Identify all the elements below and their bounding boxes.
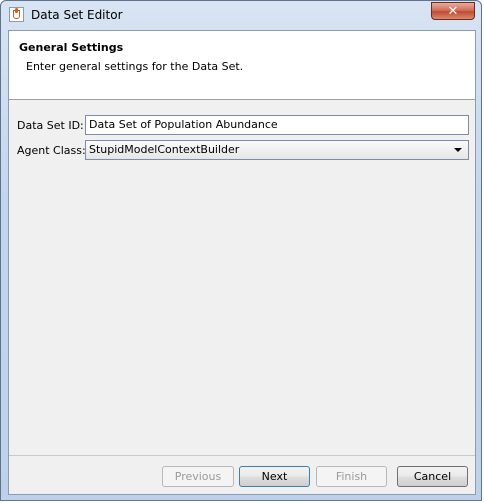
close-icon: ✕ xyxy=(447,3,459,19)
finish-button[interactable]: Finish xyxy=(316,466,387,487)
header-description: Enter general settings for the Data Set. xyxy=(26,60,244,73)
chevron-down-icon[interactable] xyxy=(454,148,462,152)
window-title: Data Set Editor xyxy=(31,8,123,22)
dialog-window: Data Set Editor ✕ General Settings Enter… xyxy=(0,0,482,501)
previous-button[interactable]: Previous xyxy=(162,466,234,487)
agent-class-value: StupidModelContextBuilder xyxy=(89,143,240,156)
cancel-button[interactable]: Cancel xyxy=(397,466,468,487)
close-button[interactable]: ✕ xyxy=(431,2,475,20)
dialog-content: General Settings Enter general settings … xyxy=(8,30,476,495)
title-bar[interactable]: Data Set Editor ✕ xyxy=(1,1,481,30)
button-separator xyxy=(9,455,475,456)
java-cup-icon xyxy=(9,7,24,22)
dataset-id-label: Data Set ID: xyxy=(17,119,84,132)
header-panel: General Settings Enter general settings … xyxy=(9,31,475,100)
agent-class-label: Agent Class: xyxy=(17,144,86,157)
agent-class-select[interactable]: StupidModelContextBuilder xyxy=(85,140,469,160)
header-title: General Settings xyxy=(19,41,124,54)
dataset-id-input[interactable]: Data Set of Population Abundance xyxy=(85,115,469,135)
next-button[interactable]: Next xyxy=(239,466,310,487)
